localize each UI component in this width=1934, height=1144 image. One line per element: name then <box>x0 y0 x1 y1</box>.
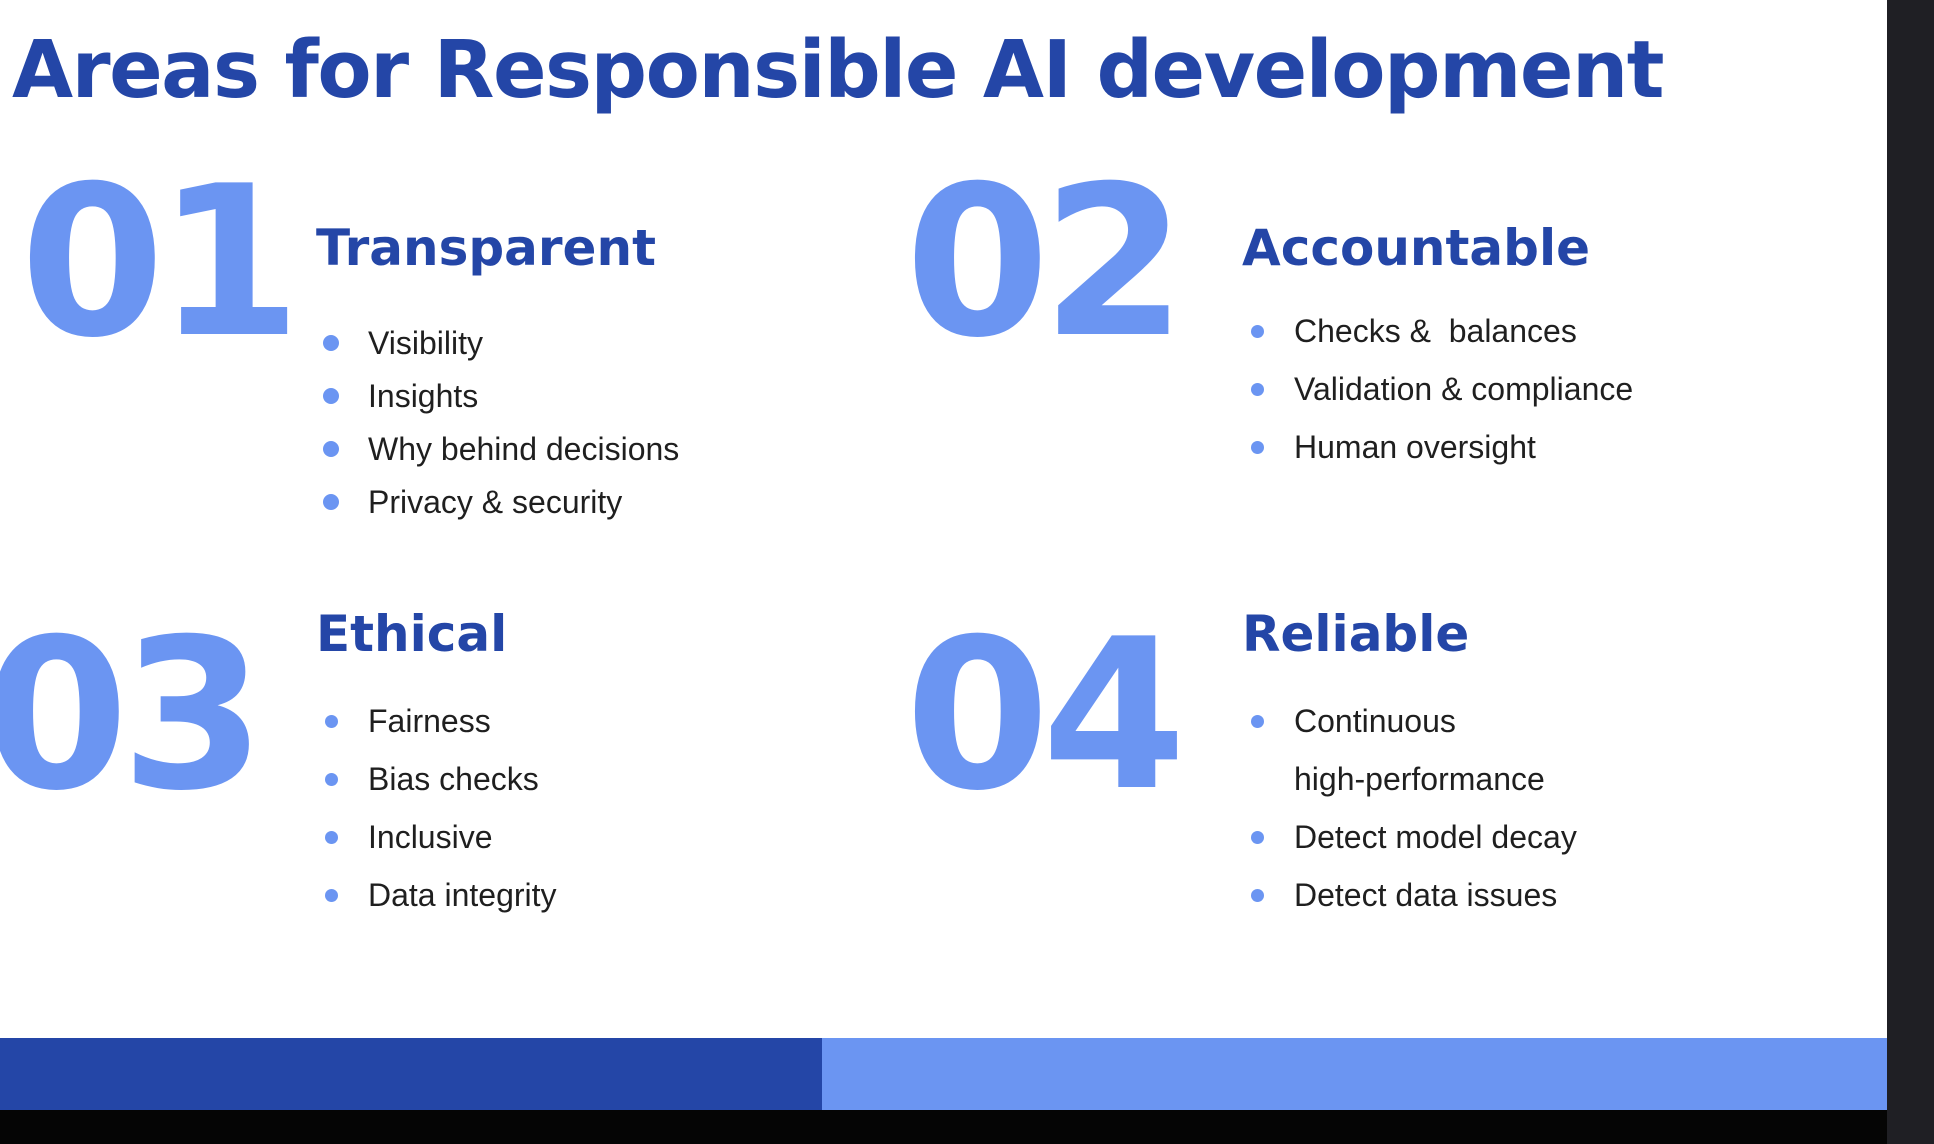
bullet-text: Fairness <box>368 703 491 739</box>
block-heading-reliable: Reliable <box>1242 605 1470 663</box>
bullet-list-reliable: Continuous high-performance Detect model … <box>1242 692 1577 924</box>
bullet-text: Visibility <box>368 325 483 361</box>
bullet-dot-icon <box>325 889 338 902</box>
bullet-text: Why behind decisions <box>368 431 680 467</box>
bullet-text: Human oversight <box>1294 429 1536 465</box>
list-item: Privacy & security <box>316 476 679 529</box>
bullet-list-ethical: Fairness Bias checks Inclusive Data inte… <box>316 692 557 924</box>
list-item: Detect model decay <box>1242 808 1577 866</box>
bullet-text: Insights <box>368 378 479 414</box>
block-number-04: 04 <box>905 595 1186 837</box>
list-item: Human oversight <box>1242 418 1633 476</box>
list-item: Insights <box>316 370 679 423</box>
block-heading-accountable: Accountable <box>1242 219 1590 277</box>
block-number-01: 01 <box>20 142 301 384</box>
list-item: Why behind decisions <box>316 423 679 476</box>
list-item: Visibility <box>316 317 679 370</box>
bullet-text: Privacy & security <box>368 484 623 520</box>
bullet-text: Inclusive <box>368 819 493 855</box>
bullet-dot-icon <box>1251 325 1264 338</box>
bullet-dot-icon <box>325 773 338 786</box>
bullet-dot-icon <box>323 388 339 404</box>
bullet-text: Detect model decay <box>1294 819 1577 855</box>
bullet-dot-icon <box>1251 715 1264 728</box>
list-item: Continuous high-performance <box>1242 692 1577 808</box>
list-item: Validation & compliance <box>1242 360 1633 418</box>
bullet-dot-icon <box>325 831 338 844</box>
bullet-dot-icon <box>1251 831 1264 844</box>
list-item: Inclusive <box>316 808 557 866</box>
bullet-dot-icon <box>1251 889 1264 902</box>
bullet-text: Checks & balances <box>1294 313 1577 349</box>
footer-bar-light <box>822 1038 1887 1110</box>
slide-title: Areas for Responsible AI development <box>12 24 1664 116</box>
bottom-letterbox <box>0 1110 1887 1144</box>
bullet-text: Detect data issues <box>1294 877 1558 913</box>
bullet-text-continuation: high-performance <box>1294 761 1545 797</box>
video-frame: Areas for Responsible AI development 01 … <box>0 0 1934 1144</box>
list-item: Data integrity <box>316 866 557 924</box>
list-item: Detect data issues <box>1242 866 1577 924</box>
bullet-dot-icon <box>325 715 338 728</box>
block-heading-ethical: Ethical <box>316 605 508 663</box>
presentation-slide: Areas for Responsible AI development 01 … <box>0 0 1887 1110</box>
list-item: Bias checks <box>316 750 557 808</box>
bullet-list-accountable: Checks & balances Validation & complianc… <box>1242 302 1633 476</box>
bullet-list-transparent: Visibility Insights Why behind decisions… <box>316 317 679 529</box>
footer-bar-dark <box>0 1038 822 1110</box>
bullet-dot-icon <box>323 335 339 351</box>
bullet-text: Continuous <box>1294 703 1456 739</box>
bullet-dot-icon <box>323 441 339 457</box>
block-number-02: 02 <box>905 142 1186 384</box>
side-letterbox <box>1887 0 1934 1144</box>
block-heading-transparent: Transparent <box>316 219 656 277</box>
bullet-text: Data integrity <box>368 877 557 913</box>
bullet-dot-icon <box>323 494 339 510</box>
bullet-text: Bias checks <box>368 761 539 797</box>
list-item: Fairness <box>316 692 557 750</box>
block-number-03: 03 <box>0 595 265 837</box>
bullet-dot-icon <box>1251 441 1264 454</box>
list-item: Checks & balances <box>1242 302 1633 360</box>
bullet-dot-icon <box>1251 383 1264 396</box>
bullet-text: Validation & compliance <box>1294 371 1634 407</box>
